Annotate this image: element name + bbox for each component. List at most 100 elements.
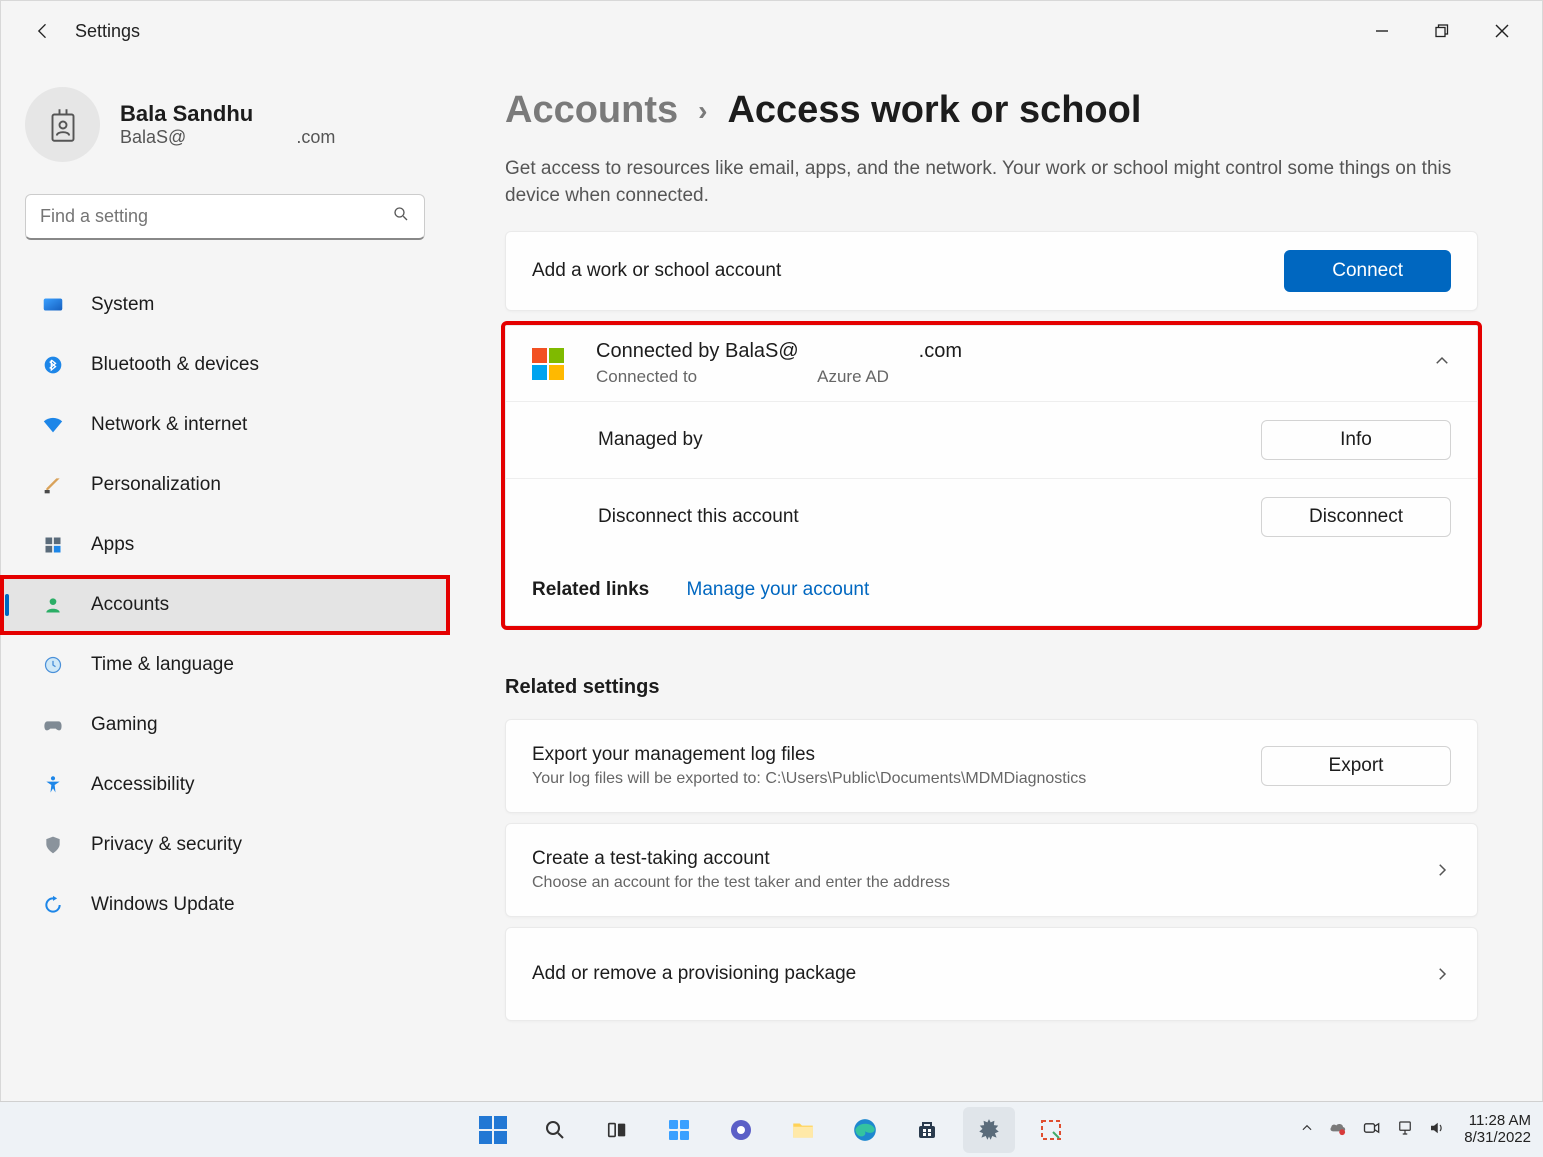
provisioning-card[interactable]: Add or remove a provisioning package [505, 927, 1478, 1021]
sidebar-item-label: Personalization [91, 474, 221, 496]
wifi-icon [41, 413, 65, 437]
export-subtitle: Your log files will be exported to: C:\U… [532, 770, 1086, 788]
sidebar-item-network[interactable]: Network & internet [25, 396, 425, 454]
page-description: Get access to resources like email, apps… [505, 156, 1478, 209]
export-logs-card: Export your management log files Your lo… [505, 719, 1478, 813]
sidebar-item-bluetooth[interactable]: Bluetooth & devices [25, 336, 425, 394]
shield-icon [41, 833, 65, 857]
apps-icon [41, 533, 65, 557]
breadcrumb-current: Access work or school [727, 89, 1141, 132]
app-title: Settings [75, 21, 140, 42]
search-icon [392, 205, 410, 228]
sidebar-item-label: Bluetooth & devices [91, 354, 259, 376]
connected-by-label: Connected by BalaS@.com [596, 340, 962, 363]
export-title: Export your management log files [532, 744, 1086, 766]
accessibility-icon [41, 773, 65, 797]
start-button[interactable] [467, 1107, 519, 1153]
add-account-label: Add a work or school account [532, 260, 781, 282]
sidebar-item-accessibility[interactable]: Accessibility [25, 756, 425, 814]
export-button[interactable]: Export [1261, 746, 1451, 786]
taskbar-center [467, 1107, 1077, 1153]
related-links-row: Related links Manage your account [506, 555, 1477, 625]
connect-button[interactable]: Connect [1284, 250, 1451, 292]
sidebar-item-personalization[interactable]: Personalization [25, 456, 425, 514]
main-content: Accounts › Access work or school Get acc… [449, 61, 1542, 1104]
taskbar-clock[interactable]: 11:28 AM 8/31/2022 [1464, 1113, 1531, 1146]
sidebar-item-label: Accounts [91, 594, 169, 616]
sidebar-item-label: Privacy & security [91, 834, 242, 856]
taskbar: 11:28 AM 8/31/2022 [0, 1101, 1543, 1157]
test-account-card[interactable]: Create a test-taking account Choose an a… [505, 823, 1478, 917]
connected-account-card: Connected by BalaS@.com Connected toAzur… [505, 325, 1478, 626]
sidebar-item-system[interactable]: System [25, 276, 425, 334]
search-input[interactable] [25, 194, 425, 240]
sidebar-item-privacy[interactable]: Privacy & security [25, 816, 425, 874]
disconnect-row: Disconnect this account Disconnect [506, 478, 1477, 555]
breadcrumb-parent[interactable]: Accounts [505, 89, 678, 132]
sidebar-item-time[interactable]: Time & language [25, 636, 425, 694]
related-settings-heading: Related settings [505, 676, 1478, 699]
info-button[interactable]: Info [1261, 420, 1451, 460]
brush-icon [41, 473, 65, 497]
sidebar-item-label: Network & internet [91, 414, 247, 436]
sidebar-item-label: Gaming [91, 714, 158, 736]
task-view-button[interactable] [591, 1107, 643, 1153]
breadcrumb: Accounts › Access work or school [505, 89, 1478, 132]
sidebar-item-label: Windows Update [91, 894, 235, 916]
sidebar-item-apps[interactable]: Apps [25, 516, 425, 574]
settings-app-button[interactable] [963, 1107, 1015, 1153]
provisioning-title: Add or remove a provisioning package [532, 963, 856, 985]
profile-block[interactable]: Bala Sandhu BalaS@ .com [25, 87, 425, 162]
sidebar-item-label: Apps [91, 534, 134, 556]
gamepad-icon [41, 713, 65, 737]
account-expand-header[interactable]: Connected by BalaS@.com Connected toAzur… [506, 326, 1477, 401]
minimize-button[interactable] [1352, 6, 1412, 56]
avatar [25, 87, 100, 162]
chevron-right-icon [1433, 861, 1451, 879]
bluetooth-icon [41, 353, 65, 377]
sidebar-item-gaming[interactable]: Gaming [25, 696, 425, 754]
window-controls [1352, 6, 1532, 56]
volume-tray-icon[interactable] [1428, 1119, 1446, 1141]
back-button[interactable] [31, 19, 55, 43]
onedrive-icon[interactable] [1328, 1118, 1348, 1142]
teams-chat-button[interactable] [715, 1107, 767, 1153]
managed-by-row: Managed by Info [506, 401, 1477, 478]
chevron-right-icon: › [698, 95, 707, 127]
profile-email: BalaS@ .com [120, 127, 335, 148]
disconnect-button[interactable]: Disconnect [1261, 497, 1451, 537]
display-icon [41, 293, 65, 317]
search-field[interactable] [40, 206, 392, 227]
add-account-card: Add a work or school account Connect [505, 231, 1478, 311]
sidebar: Bala Sandhu BalaS@ .com [1, 61, 449, 1104]
related-links-label: Related links [532, 579, 649, 600]
clock-globe-icon [41, 653, 65, 677]
update-icon [41, 893, 65, 917]
test-account-title: Create a test-taking account [532, 848, 950, 870]
widgets-button[interactable] [653, 1107, 705, 1153]
sidebar-item-update[interactable]: Windows Update [25, 876, 425, 934]
profile-name: Bala Sandhu [120, 101, 335, 127]
sidebar-item-label: System [91, 294, 154, 316]
chevron-right-icon [1433, 965, 1451, 983]
edge-button[interactable] [839, 1107, 891, 1153]
manage-account-link[interactable]: Manage your account [687, 579, 870, 600]
close-button[interactable] [1472, 6, 1532, 56]
network-tray-icon[interactable] [1396, 1119, 1414, 1141]
file-explorer-button[interactable] [777, 1107, 829, 1153]
snipping-tool-button[interactable] [1025, 1107, 1077, 1153]
microsoft-logo-icon [532, 348, 564, 380]
nav-list: System Bluetooth & devices Network & int… [25, 276, 425, 934]
store-button[interactable] [901, 1107, 953, 1153]
sidebar-item-accounts[interactable]: Accounts [1, 576, 449, 634]
meet-now-icon[interactable] [1362, 1118, 1382, 1142]
maximize-button[interactable] [1412, 6, 1472, 56]
taskbar-date: 8/31/2022 [1464, 1130, 1531, 1147]
taskbar-search-button[interactable] [529, 1107, 581, 1153]
window-titlebar: Settings [1, 1, 1542, 61]
tray-expand-button[interactable] [1300, 1121, 1314, 1139]
settings-window: Settings [0, 0, 1543, 1105]
taskbar-time: 11:28 AM [1464, 1113, 1531, 1130]
taskbar-right: 11:28 AM 8/31/2022 [1300, 1113, 1531, 1146]
sidebar-item-label: Time & language [91, 654, 234, 676]
